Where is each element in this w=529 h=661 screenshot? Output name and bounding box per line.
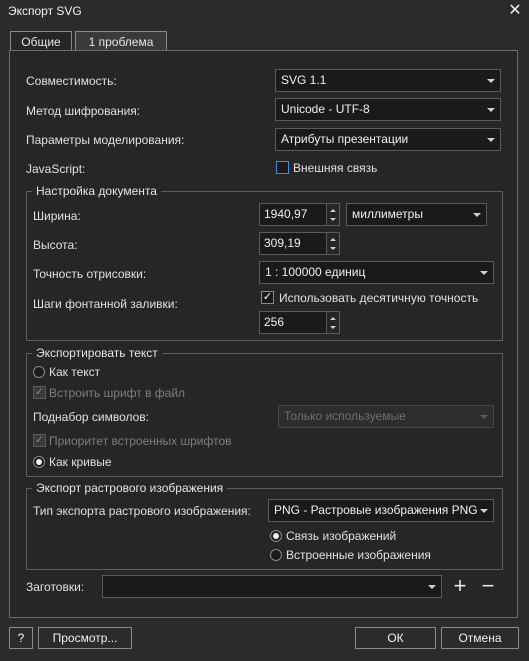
arrow-down-icon bbox=[330, 247, 336, 250]
fountain-steps-input[interactable]: 256 bbox=[259, 311, 327, 334]
tab-problems[interactable]: 1 проблема bbox=[75, 31, 167, 51]
cancel-button[interactable]: Отмена bbox=[441, 627, 519, 649]
external-link-label: Внешняя связь bbox=[293, 161, 378, 175]
presets-select[interactable] bbox=[102, 575, 442, 598]
preview-button[interactable]: Просмотр... bbox=[38, 627, 132, 649]
width-spinner[interactable] bbox=[326, 203, 340, 226]
as-text-label: Как текст bbox=[49, 365, 101, 379]
tab-general[interactable]: Общие bbox=[10, 31, 72, 51]
width-input[interactable]: 1940,97 bbox=[259, 203, 327, 226]
char-subset-value: Только используемые bbox=[284, 409, 406, 423]
encoding-value: Unicode - UTF-8 bbox=[281, 102, 370, 116]
height-input[interactable]: 309,19 bbox=[259, 232, 327, 255]
precision-value: 1 : 100000 единиц bbox=[265, 265, 366, 279]
arrow-up-icon bbox=[330, 317, 336, 320]
font-priority-label: Приоритет встроенных шрифтов bbox=[49, 434, 232, 448]
char-subset-label: Поднабор символов: bbox=[33, 410, 150, 424]
chevron-down-icon bbox=[487, 79, 495, 83]
arrow-down-icon bbox=[330, 326, 336, 329]
as-curves-radio[interactable] bbox=[33, 456, 45, 468]
compat-label: Совместимость: bbox=[26, 74, 117, 88]
compat-value: SVG 1.1 bbox=[281, 73, 327, 87]
help-button[interactable]: ? bbox=[9, 627, 33, 649]
ok-button[interactable]: ОК bbox=[355, 627, 436, 649]
text-export-title: Экспортировать текст bbox=[32, 346, 162, 360]
encoding-select[interactable]: Unicode - UTF-8 bbox=[275, 98, 501, 121]
javascript-label: JavaScript: bbox=[26, 162, 86, 176]
as-curves-label: Как кривые bbox=[49, 455, 112, 469]
arrow-down-icon bbox=[330, 218, 336, 221]
fountain-steps-spinner[interactable] bbox=[326, 311, 340, 334]
chevron-down-icon bbox=[487, 108, 495, 112]
bitmap-export-title: Экспорт растрового изображения bbox=[32, 481, 228, 495]
embed-font-label: Встроить шрифт в файл bbox=[49, 386, 186, 400]
linked-images-label: Связь изображений bbox=[286, 529, 397, 543]
arrow-up-icon bbox=[330, 209, 336, 212]
chevron-down-icon bbox=[480, 271, 488, 275]
height-spinner[interactable] bbox=[326, 232, 340, 255]
add-preset-icon[interactable]: + bbox=[450, 575, 470, 597]
units-select[interactable]: миллиметры bbox=[346, 203, 487, 226]
embed-font-checkbox[interactable]: ✓ bbox=[33, 386, 46, 399]
remove-preset-icon[interactable]: − bbox=[478, 575, 498, 597]
embedded-images-label: Встроенные изображения bbox=[286, 548, 431, 562]
bitmap-type-label: Тип экспорта растрового изображения: bbox=[33, 504, 251, 518]
window-title: Экспорт SVG bbox=[8, 4, 82, 18]
bitmap-type-select[interactable]: PNG - Растровые изображения PNG bbox=[268, 499, 494, 522]
arrow-up-icon bbox=[330, 238, 336, 241]
fountain-steps-label: Шаги фонтанной заливки: bbox=[33, 297, 178, 311]
bitmap-type-value: PNG - Растровые изображения PNG bbox=[274, 503, 478, 517]
close-icon[interactable]: ✕ bbox=[506, 0, 524, 22]
decimal-precision-checkbox[interactable]: ✓ bbox=[261, 291, 274, 304]
units-value: миллиметры bbox=[352, 207, 423, 221]
height-label: Высота: bbox=[33, 238, 78, 252]
styling-label: Параметры моделирования: bbox=[26, 133, 185, 147]
precision-label: Точность отрисовки: bbox=[33, 267, 147, 281]
chevron-down-icon bbox=[480, 509, 488, 513]
document-settings-title: Настройка документа bbox=[32, 184, 161, 198]
chevron-down-icon bbox=[428, 585, 436, 589]
chevron-down-icon bbox=[473, 213, 481, 217]
decimal-precision-label: Использовать десятичную точность bbox=[279, 291, 479, 305]
font-priority-checkbox[interactable]: ✓ bbox=[33, 434, 46, 447]
width-label: Ширина: bbox=[33, 209, 81, 223]
external-link-checkbox[interactable] bbox=[276, 161, 289, 174]
char-subset-select[interactable]: Только используемые bbox=[278, 405, 494, 428]
styling-select[interactable]: Атрибуты презентации bbox=[275, 128, 501, 151]
linked-images-radio[interactable] bbox=[270, 530, 282, 542]
embedded-images-radio[interactable] bbox=[270, 549, 282, 561]
styling-value: Атрибуты презентации bbox=[281, 132, 409, 146]
as-text-radio[interactable] bbox=[33, 366, 45, 378]
chevron-down-icon bbox=[480, 415, 488, 419]
compat-select[interactable]: SVG 1.1 bbox=[275, 69, 501, 92]
chevron-down-icon bbox=[487, 138, 495, 142]
encoding-label: Метод шифрования: bbox=[26, 104, 141, 118]
presets-label: Заготовки: bbox=[26, 580, 85, 594]
precision-select[interactable]: 1 : 100000 единиц bbox=[259, 261, 494, 284]
